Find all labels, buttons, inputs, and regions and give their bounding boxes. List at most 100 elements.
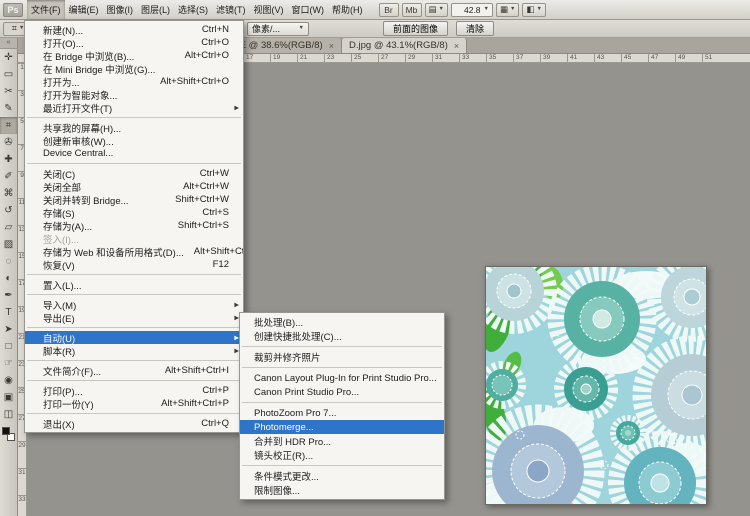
- front-image-button[interactable]: 前面的图像: [383, 21, 448, 36]
- tool-button[interactable]: ▱: [0, 219, 17, 236]
- menubar-item[interactable]: 窗口(W): [288, 0, 329, 19]
- menu-item[interactable]: [27, 117, 241, 118]
- menu-item[interactable]: Photomerge...: [240, 420, 444, 434]
- menu-item[interactable]: 在 Bridge 中浏览(B)... Alt+Ctrl+O: [25, 49, 243, 62]
- launch-bridge-button[interactable]: Br: [379, 3, 399, 17]
- menu-item[interactable]: 最近打开文件(T): [25, 101, 243, 114]
- menu-item[interactable]: 存储(S) Ctrl+S: [25, 206, 243, 219]
- menu-item[interactable]: 打印一份(Y) Alt+Shift+Ctrl+P: [25, 397, 243, 410]
- menu-item[interactable]: [27, 413, 241, 414]
- menu-item[interactable]: 关闭并转到 Bridge... Shift+Ctrl+W: [25, 193, 243, 206]
- zoom-level-input[interactable]: 42.8 ▼: [451, 3, 493, 17]
- tool-button[interactable]: ✐: [0, 168, 17, 185]
- menu-item[interactable]: [27, 327, 241, 328]
- menu-item[interactable]: 打印(P)... Ctrl+P: [25, 384, 243, 397]
- menu-item[interactable]: 合并到 HDR Pro...: [240, 434, 444, 448]
- menu-item[interactable]: 关闭(C) Ctrl+W: [25, 167, 243, 180]
- document-tab[interactable]: D.jpg @ 43.1%(RGB/8) ×: [342, 38, 467, 53]
- menu-item[interactable]: 导入(M): [25, 298, 243, 311]
- tool-button[interactable]: ➤: [0, 321, 17, 338]
- menu-item[interactable]: 关闭全部 Alt+Ctrl+W: [25, 180, 243, 193]
- menubar-item[interactable]: 帮助(H): [328, 0, 367, 19]
- tool-button[interactable]: ◉: [0, 372, 17, 389]
- menu-item[interactable]: 裁剪并修齐照片: [240, 350, 444, 364]
- launch-mini-bridge-button[interactable]: Mb: [402, 3, 422, 17]
- menubar-item[interactable]: 文件(F): [27, 0, 65, 19]
- menu-item[interactable]: [27, 163, 241, 164]
- menu-item[interactable]: 新建(N)... Ctrl+N: [25, 23, 243, 36]
- menu-item[interactable]: 置入(L)...: [25, 278, 243, 291]
- menu-item[interactable]: [242, 367, 442, 368]
- menu-bar: Ps 文件(F) 编辑(E) 图像(I) 图层(L) 选择(S) 滤镜(T) 视…: [0, 0, 750, 20]
- menu-item[interactable]: 存储为(A)... Shift+Ctrl+S: [25, 219, 243, 232]
- menu-item[interactable]: [27, 274, 241, 275]
- menu-item[interactable]: 签入(I)...: [25, 232, 243, 245]
- tool-button[interactable]: ◌: [0, 253, 17, 270]
- tool-button[interactable]: ✛: [0, 49, 17, 66]
- tool-button[interactable]: ✂: [0, 83, 17, 100]
- close-icon[interactable]: ×: [452, 41, 459, 51]
- arrange-documents-dropdown[interactable]: ▦ ▼: [496, 3, 519, 17]
- menubar-item[interactable]: 滤镜(T): [212, 0, 250, 19]
- menu-item[interactable]: 条件模式更改...: [240, 469, 444, 483]
- tool-button[interactable]: ⌗: [0, 117, 17, 134]
- tool-button[interactable]: ▭: [0, 66, 17, 83]
- menu-item[interactable]: 导出(E): [25, 311, 243, 324]
- menu-item[interactable]: 脚本(R): [25, 344, 243, 357]
- menu-item[interactable]: 限制图像...: [240, 483, 444, 497]
- menu-item[interactable]: 创建快捷批处理(C)...: [240, 329, 444, 343]
- menu-item[interactable]: [27, 380, 241, 381]
- menu-item[interactable]: 镜头校正(R)...: [240, 448, 444, 462]
- menubar-item[interactable]: 视图(V): [250, 0, 288, 19]
- color-swatches[interactable]: [0, 425, 17, 445]
- tool-button[interactable]: ▨: [0, 236, 17, 253]
- menu-item[interactable]: PhotoZoom Pro 7...: [240, 406, 444, 420]
- menubar-item[interactable]: 图层(L): [137, 0, 174, 19]
- menu-item[interactable]: 恢复(V) F12: [25, 258, 243, 271]
- menu-item[interactable]: 存储为 Web 和设备所用格式(D)... Alt+Shift+Ctrl+S: [25, 245, 243, 258]
- tool-button[interactable]: ◐: [0, 270, 17, 287]
- menu-item[interactable]: 打开为智能对象...: [25, 88, 243, 101]
- tool-button[interactable]: ✇: [0, 134, 17, 151]
- menu-item[interactable]: 打开为... Alt+Shift+Ctrl+O: [25, 75, 243, 88]
- menu-item[interactable]: [27, 294, 241, 295]
- tool-button[interactable]: ⌘: [0, 185, 17, 202]
- panel-collapse-icon[interactable]: «: [0, 38, 17, 49]
- resolution-unit-dropdown[interactable]: 像素/... ▼: [247, 22, 309, 36]
- menu-item[interactable]: Device Central...: [25, 147, 243, 160]
- menu-item[interactable]: 创建新审核(W)...: [25, 134, 243, 147]
- menubar-item[interactable]: 编辑(E): [65, 0, 103, 19]
- menubar-item[interactable]: 图像(I): [103, 0, 138, 19]
- screen-mode-dropdown[interactable]: ◧ ▼: [522, 3, 545, 17]
- menu-item[interactable]: [242, 465, 442, 466]
- menu-item[interactable]: 打开(O)... Ctrl+O: [25, 36, 243, 49]
- menu-item[interactable]: 批处理(B)...: [240, 315, 444, 329]
- menubar-item[interactable]: 选择(S): [174, 0, 212, 19]
- tool-button[interactable]: ✒: [0, 287, 17, 304]
- menu-item[interactable]: 共享我的屏幕(H)...: [25, 121, 243, 134]
- menu-item[interactable]: Canon Layout Plug-In for Print Studio Pr…: [240, 371, 444, 385]
- close-icon[interactable]: ×: [327, 41, 334, 51]
- tool-button[interactable]: □: [0, 338, 17, 355]
- menu-item[interactable]: 自动(U): [25, 331, 243, 344]
- photoshop-window: Ps 文件(F) 编辑(E) 图像(I) 图层(L) 选择(S) 滤镜(T) 视…: [0, 0, 750, 516]
- menu-item[interactable]: [242, 346, 442, 347]
- menu-item[interactable]: 退出(X) Ctrl+Q: [25, 417, 243, 430]
- menu-item[interactable]: [242, 402, 442, 403]
- menu-item[interactable]: Canon Print Studio Pro...: [240, 385, 444, 399]
- tool-button[interactable]: ✎: [0, 100, 17, 117]
- tool-button[interactable]: ↺: [0, 202, 17, 219]
- tool-button[interactable]: ▣: [0, 389, 17, 406]
- foreground-color-swatch[interactable]: [2, 427, 10, 435]
- menu-item[interactable]: 文件简介(F)... Alt+Shift+Ctrl+I: [25, 364, 243, 377]
- tool-button[interactable]: ✚: [0, 151, 17, 168]
- menu-item[interactable]: 在 Mini Bridge 中浏览(G)...: [25, 62, 243, 75]
- clear-button[interactable]: 清除: [456, 21, 494, 36]
- view-extras-dropdown[interactable]: ▤ ▼: [425, 3, 448, 17]
- chevron-down-icon: ▼: [299, 26, 304, 32]
- tool-button[interactable]: T: [0, 304, 17, 321]
- document-canvas[interactable]: [485, 266, 707, 505]
- menu-item[interactable]: [27, 360, 241, 361]
- tool-button[interactable]: ☞: [0, 355, 17, 372]
- tool-button[interactable]: ◫: [0, 406, 17, 423]
